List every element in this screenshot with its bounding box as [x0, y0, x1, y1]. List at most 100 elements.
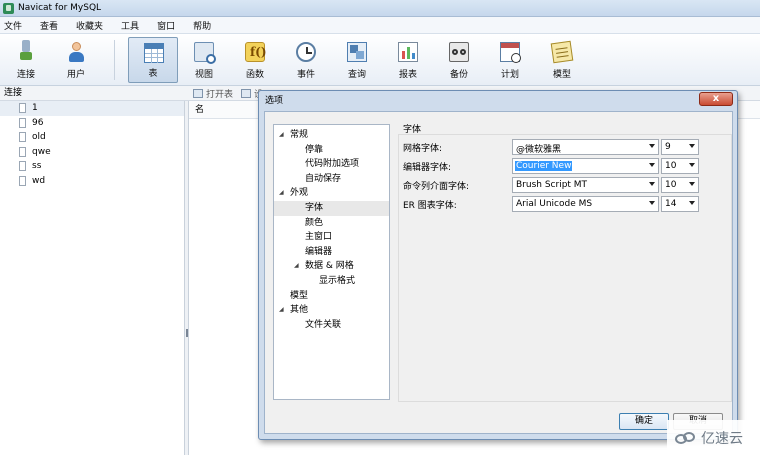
open-table-button[interactable]: 打开表 — [193, 87, 233, 100]
menu-tools[interactable]: 工具 — [112, 19, 148, 32]
chevron-down-icon[interactable] — [649, 144, 655, 148]
font-settings-panel: 字体 网格字体: @微软雅黑 9 编辑器字体: Courier New 10 命… — [395, 122, 734, 402]
tree-label: 模型 — [290, 290, 309, 301]
tree-node-color[interactable]: 颜色 — [274, 216, 389, 231]
expand-arrow-icon[interactable]: ◢ — [279, 128, 284, 143]
editor-font-select[interactable]: Courier New — [512, 158, 659, 174]
tree-node-docking[interactable]: 停靠 — [274, 143, 389, 158]
event-button[interactable]: 事件 — [282, 37, 330, 83]
window-title-bar: Navicat for MySQL — [0, 0, 760, 17]
database-icon — [19, 175, 26, 186]
menu-favorites[interactable]: 收藏夹 — [67, 19, 112, 32]
database-icon — [19, 103, 26, 113]
dialog-body: ◢ 常规 停靠 代码附加选项 自动保存 ◢ 外观 字体 颜色 主窗口 编辑器 ◢ 数据… — [264, 111, 733, 434]
font-settings-group — [398, 134, 732, 402]
tree-node-file-association[interactable]: 文件关联 — [274, 318, 389, 333]
chevron-down-icon[interactable] — [649, 201, 655, 205]
ok-button[interactable]: 确定 — [619, 413, 669, 430]
user-label: 用户 — [66, 70, 85, 80]
open-table-icon — [193, 88, 203, 98]
connection-item[interactable]: 1 — [0, 101, 184, 116]
tree-node-data-grid[interactable]: ◢ 数据 & 网格 — [274, 259, 389, 274]
grid-font-size-select[interactable]: 9 — [661, 139, 699, 155]
tree-node-editor[interactable]: 编辑器 — [274, 245, 389, 260]
cli-font-size-value: 10 — [665, 180, 677, 190]
menu-file[interactable]: 文件 — [0, 19, 31, 32]
connection-item[interactable]: wd — [0, 174, 184, 189]
er-font-size-value: 14 — [665, 199, 677, 209]
query-label: 查询 — [347, 70, 366, 80]
report-button[interactable]: 报表 — [384, 37, 432, 83]
backup-button[interactable]: 备份 — [435, 37, 483, 83]
query-button[interactable]: 查询 — [333, 37, 381, 83]
close-icon[interactable]: x — [699, 92, 733, 106]
chevron-down-icon[interactable] — [689, 144, 695, 148]
chevron-down-icon[interactable] — [649, 182, 655, 186]
connection-name: wd — [32, 175, 46, 186]
er-font-row: ER 图表字体: Arial Unicode MS 14 — [403, 196, 733, 212]
connection-item[interactable]: 96 — [0, 116, 184, 131]
grid-font-select[interactable]: @微软雅黑 — [512, 139, 659, 155]
chevron-down-icon[interactable] — [689, 201, 695, 205]
tree-label: 显示格式 — [319, 275, 356, 286]
tree-label: 其他 — [290, 305, 309, 316]
cli-font-select[interactable]: Brush Script MT — [512, 177, 659, 193]
menu-view[interactable]: 查看 — [31, 19, 67, 32]
grid-font-row: 网格字体: @微软雅黑 9 — [403, 139, 733, 155]
clock-icon — [296, 42, 316, 62]
expand-arrow-icon[interactable]: ◢ — [279, 303, 284, 318]
tree-node-general[interactable]: ◢ 常规 — [274, 128, 389, 143]
tape-icon — [449, 42, 469, 62]
tree-node-autosave[interactable]: 自动保存 — [274, 172, 389, 187]
er-font-value: Arial Unicode MS — [516, 199, 593, 209]
view-button[interactable]: 视图 — [180, 37, 228, 83]
user-button[interactable]: 用户 — [52, 37, 100, 83]
tree-node-main-window[interactable]: 主窗口 — [274, 230, 389, 245]
tree-label: 主窗口 — [305, 232, 333, 243]
query-icon — [347, 42, 367, 62]
cli-font-size-select[interactable]: 10 — [661, 177, 699, 193]
tree-node-appearance[interactable]: ◢ 外观 — [274, 186, 389, 201]
cli-font-row: 命令列介面字体: Brush Script MT 10 — [403, 177, 733, 193]
tree-node-display-format[interactable]: 显示格式 — [274, 274, 389, 289]
window-title: Navicat for MySQL — [18, 3, 102, 13]
tree-node-font[interactable]: 字体 — [274, 200, 389, 216]
connection-name: 96 — [32, 117, 44, 128]
table-label: 表 — [148, 69, 158, 79]
connection-item[interactable]: ss — [0, 159, 184, 174]
cli-font-label: 命令列介面字体: — [403, 182, 470, 192]
cli-font-value: Brush Script MT — [516, 180, 588, 190]
tree-label: 字体 — [305, 202, 324, 213]
design-table-icon — [241, 88, 252, 98]
menu-help[interactable]: 帮助 — [184, 19, 220, 32]
editor-font-size-value: 10 — [665, 161, 677, 171]
model-button[interactable]: 模型 — [538, 37, 586, 83]
tree-node-model[interactable]: 模型 — [274, 289, 389, 304]
er-font-size-select[interactable]: 14 — [661, 196, 699, 212]
database-icon — [19, 161, 26, 171]
event-label: 事件 — [296, 70, 315, 80]
er-font-label: ER 图表字体: — [403, 201, 457, 211]
chevron-down-icon[interactable] — [689, 182, 695, 186]
tree-label: 常规 — [290, 130, 309, 140]
report-chart-icon — [398, 42, 418, 62]
connect-button[interactable]: 连接 — [2, 37, 50, 83]
menu-window[interactable]: 窗口 — [148, 19, 184, 32]
connection-item[interactable]: qwe — [0, 145, 184, 160]
table-button[interactable]: 表 — [128, 37, 178, 83]
function-button[interactable]: f() 函数 — [231, 37, 279, 83]
tree-label: 文件关联 — [305, 319, 342, 330]
model-icon — [550, 40, 574, 64]
chevron-down-icon[interactable] — [649, 163, 655, 167]
splitter-grip[interactable] — [186, 329, 188, 337]
user-icon — [66, 42, 86, 62]
er-font-select[interactable]: Arial Unicode MS — [512, 196, 659, 212]
expand-arrow-icon[interactable]: ◢ — [294, 259, 299, 274]
schedule-button[interactable]: 计划 — [486, 37, 534, 83]
tree-node-code-append[interactable]: 代码附加选项 — [274, 157, 389, 172]
expand-arrow-icon[interactable]: ◢ — [279, 186, 284, 201]
chevron-down-icon[interactable] — [689, 163, 695, 167]
editor-font-size-select[interactable]: 10 — [661, 158, 699, 174]
connection-item[interactable]: old — [0, 130, 184, 145]
tree-node-other[interactable]: ◢ 其他 — [274, 303, 389, 318]
